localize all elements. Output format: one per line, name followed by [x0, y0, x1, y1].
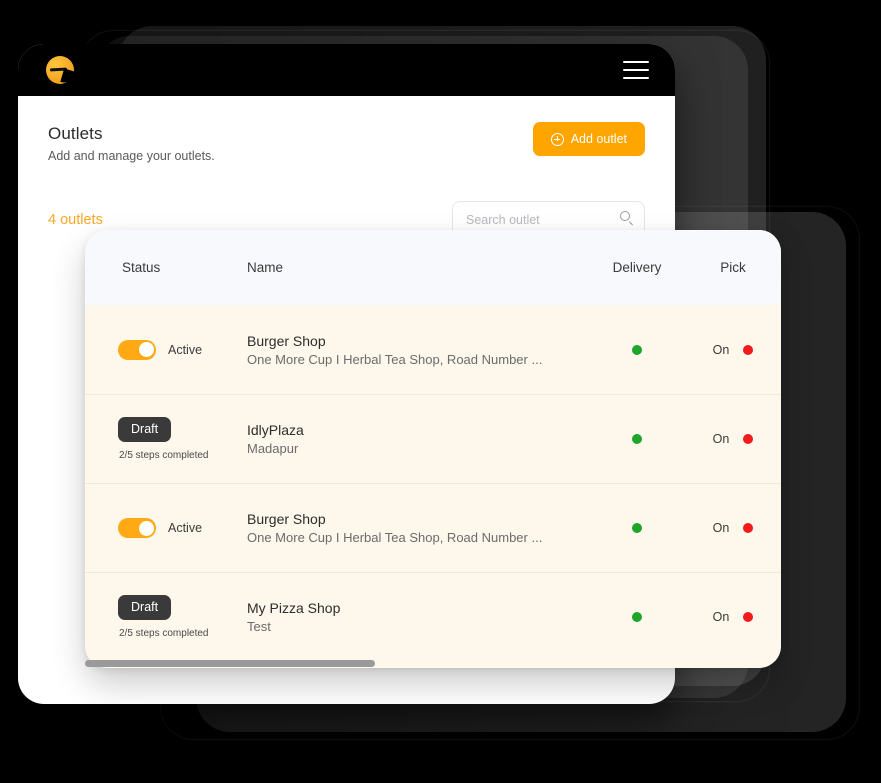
- outlet-name: Burger Shop: [247, 511, 326, 527]
- page-subtitle: Add and manage your outlets.: [48, 149, 215, 163]
- outlet-count: 4 outlets: [48, 211, 103, 228]
- column-header-name: Name: [247, 260, 284, 275]
- pickup-status-dot-icon: [743, 344, 754, 355]
- delivery-cell: [589, 612, 685, 622]
- delivery-status-dot-icon: [632, 612, 642, 622]
- delivery-cell: [589, 344, 685, 355]
- status-label: Active: [168, 342, 203, 357]
- outlet-address: One More Cup I Herbal Tea Shop, Road Num…: [247, 351, 543, 367]
- table-row[interactable]: Draft 2/5 steps completed My Pizza Shop Tes…: [85, 572, 781, 661]
- outlet-name: IdlyPlaza: [247, 422, 304, 438]
- table-body: Active Burger Shop One More Cup I Herbal T…: [85, 305, 781, 661]
- steps-completed-text: 2/5 steps completed: [119, 450, 209, 462]
- name-cell: IdlyPlaza Madapur: [215, 422, 589, 456]
- pickup-status-dot-icon: [743, 523, 754, 533]
- column-header-status: Status: [122, 260, 161, 275]
- screenshot-stage: Outlets Add and manage your outlets. Add…: [0, 0, 881, 783]
- pickup-cell: On: [685, 343, 781, 357]
- steps-completed-text: 2/5 steps completed: [119, 628, 209, 640]
- delivery-status-dot-icon: [632, 434, 642, 444]
- pickup-state-label: On: [712, 521, 730, 535]
- status-cell: Draft 2/5 steps completed: [85, 594, 215, 640]
- pickup-state-label: On: [712, 432, 730, 446]
- status-toggle[interactable]: [118, 339, 156, 360]
- page-header: Outlets Add and manage your outlets. Add…: [48, 122, 645, 163]
- top-bar: [18, 44, 675, 96]
- table-row[interactable]: Active Burger Shop One More Cup I Herbal T…: [85, 305, 781, 394]
- column-header-pickup: Pick: [720, 260, 746, 275]
- page-title: Outlets: [48, 124, 103, 143]
- outlet-address: Test: [247, 619, 271, 634]
- name-cell: My Pizza Shop Test: [215, 600, 589, 634]
- toggle-knob: [138, 342, 154, 357]
- horizontal-scrollbar-thumb[interactable]: [85, 660, 375, 667]
- outlets-table-card: Status Name Delivery Pick Active Burger S…: [85, 230, 781, 668]
- pickup-status-dot-icon: [743, 434, 754, 444]
- column-header-delivery: Delivery: [612, 260, 662, 275]
- toggle-knob: [138, 520, 154, 536]
- pickup-cell: On: [685, 610, 781, 624]
- horizontal-scrollbar-track[interactable]: [85, 660, 781, 668]
- pickup-state-label: On: [712, 342, 730, 357]
- status-cell: Draft 2/5 steps completed: [85, 416, 215, 462]
- delivery-cell: [589, 523, 685, 533]
- pickup-status-dot-icon: [743, 612, 754, 622]
- pickup-state-label: On: [712, 610, 730, 624]
- table-header-row: Status Name Delivery Pick: [85, 230, 781, 305]
- name-cell: Burger Shop One More Cup I Herbal Tea Sho…: [215, 511, 589, 545]
- pickup-cell: On: [685, 521, 781, 535]
- status-toggle[interactable]: [118, 518, 156, 538]
- pickup-cell: On: [685, 432, 781, 446]
- status-cell: Active: [85, 339, 215, 360]
- delivery-status-dot-icon: [632, 344, 642, 355]
- status-active-group: Active: [118, 518, 202, 538]
- outlet-name: Burger Shop: [247, 332, 326, 349]
- delivery-status-dot-icon: [632, 523, 642, 533]
- outlet-name: My Pizza Shop: [247, 600, 341, 616]
- status-label: Active: [168, 521, 203, 535]
- add-outlet-label: Add outlet: [570, 132, 627, 146]
- name-cell: Burger Shop One More Cup I Herbal Tea Sho…: [215, 333, 589, 367]
- outlet-address: One More Cup I Herbal Tea Shop, Road Num…: [247, 530, 543, 545]
- delivery-cell: [589, 434, 685, 444]
- status-badge-draft[interactable]: Draft: [118, 594, 172, 621]
- outlet-address: Madapur: [247, 441, 299, 456]
- page-heading-group: Outlets Add and manage your outlets.: [48, 124, 215, 163]
- table-row[interactable]: Active Burger Shop One More Cup I Herbal T…: [85, 483, 781, 572]
- status-badge-draft[interactable]: Draft: [118, 416, 172, 443]
- plus-circle-icon: [550, 132, 564, 146]
- status-cell: Active: [85, 518, 215, 538]
- table-row[interactable]: Draft 2/5 steps completed IdlyPlaza Madapur…: [85, 394, 781, 483]
- add-outlet-button[interactable]: Add outlet: [532, 122, 645, 156]
- page-body: Outlets Add and manage your outlets. Add…: [18, 96, 675, 238]
- hamburger-menu-icon[interactable]: [623, 61, 649, 79]
- status-active-group: Active: [118, 339, 203, 360]
- e-logo-icon: [46, 56, 74, 84]
